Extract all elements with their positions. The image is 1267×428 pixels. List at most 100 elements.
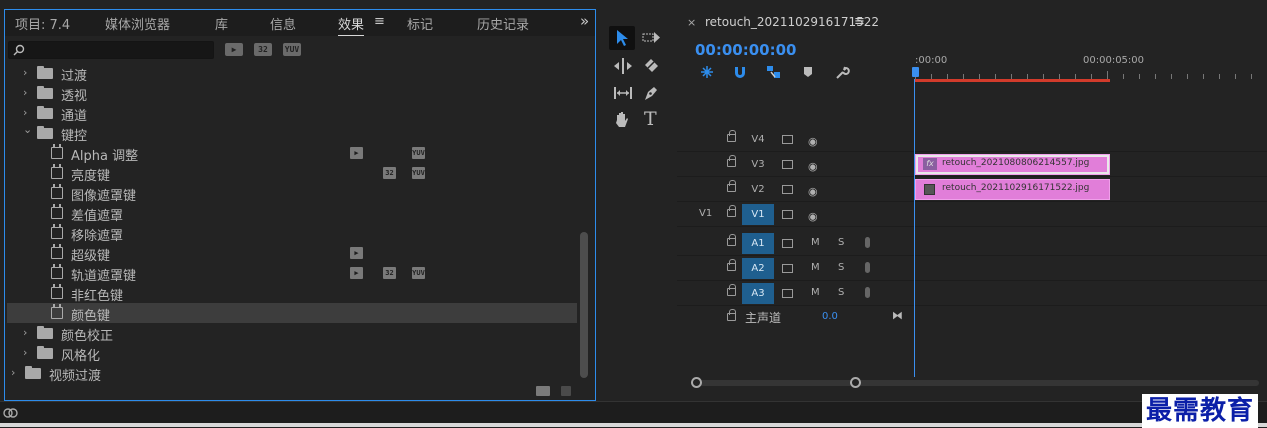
track-target-label[interactable]: A2 — [742, 258, 774, 279]
lock-icon[interactable] — [727, 180, 736, 192]
new-folder-icon[interactable] — [536, 386, 550, 396]
chevron-right-icon[interactable]: › — [23, 106, 27, 119]
timeline-clip[interactable]: retouch_2021102916171522.jpg — [915, 179, 1110, 200]
solo-button[interactable]: S — [838, 287, 844, 298]
slip-tool[interactable] — [609, 81, 635, 105]
chevron-right-icon[interactable]: › — [11, 366, 15, 379]
chevron-right-icon[interactable]: › — [23, 86, 27, 99]
effects-scrollbar[interactable] — [580, 232, 588, 378]
tree-folder[interactable]: › 过渡 — [7, 63, 577, 84]
pen-tool[interactable] — [638, 81, 664, 105]
32bit-filter-button[interactable]: 32 — [254, 43, 272, 56]
tree-effect-item[interactable]: 轨道遮罩键 ▶ 32 YUV — [7, 263, 577, 284]
sync-lock-icon[interactable] — [782, 289, 793, 298]
tab-markers[interactable]: 标记 — [407, 14, 433, 33]
tree-folder[interactable]: ⌄ 键控 — [7, 123, 577, 144]
snap-icon[interactable] — [733, 65, 747, 79]
lock-icon[interactable] — [727, 284, 736, 296]
tree-effect-item[interactable]: 移除遮罩 — [7, 223, 577, 244]
track-content[interactable]: retouch_2021102916171522.jpg — [915, 177, 1267, 201]
tree-folder[interactable]: › 通道 — [7, 103, 577, 124]
tree-effect-item[interactable]: 差值遮罩 — [7, 203, 577, 224]
chevron-right-icon[interactable]: › — [23, 326, 27, 339]
time-ruler[interactable]: :00:00 00:00:05:00 — [912, 49, 1267, 82]
track-content[interactable]: fx retouch_2021080806214557.jpg — [915, 152, 1267, 176]
tree-effect-item[interactable]: Alpha 调整 ▶ YUV — [7, 143, 577, 164]
sync-lock-icon[interactable] — [782, 135, 793, 144]
sync-lock-icon[interactable] — [782, 264, 793, 273]
microphone-icon[interactable] — [865, 287, 870, 298]
mute-button[interactable]: M — [811, 287, 820, 298]
sequence-menu-icon[interactable]: ≡ — [854, 14, 865, 29]
tab-media-browser[interactable]: 媒体浏览器 — [105, 14, 170, 33]
sync-lock-icon[interactable] — [782, 185, 793, 194]
overflow-tabs-icon[interactable]: » — [580, 12, 589, 30]
track-content[interactable] — [915, 256, 1267, 280]
ripple-edit-tool[interactable] — [609, 54, 635, 78]
hand-tool[interactable] — [609, 108, 635, 132]
mute-button[interactable]: M — [811, 237, 820, 248]
add-marker-icon[interactable] — [803, 65, 813, 79]
tree-folder[interactable]: › 风格化 — [7, 343, 577, 364]
selection-tool[interactable] — [609, 26, 635, 50]
lock-icon[interactable] — [727, 205, 736, 217]
sync-lock-icon[interactable] — [782, 210, 793, 219]
microphone-icon[interactable] — [865, 237, 870, 248]
track-target-label[interactable]: V2 — [742, 179, 774, 200]
track-content[interactable] — [915, 127, 1267, 151]
tree-effect-item[interactable]: 图像遮罩键 — [7, 183, 577, 204]
sequence-name[interactable]: retouch_2021102916171522 — [705, 15, 879, 29]
mute-button[interactable]: M — [811, 262, 820, 273]
lock-icon[interactable] — [727, 259, 736, 271]
lock-icon[interactable] — [727, 309, 736, 321]
track-target-label[interactable]: V3 — [742, 154, 774, 175]
panel-menu-icon[interactable]: ≡ — [374, 14, 385, 29]
tree-folder[interactable]: › 视频过渡 — [7, 363, 577, 384]
timeline-clip[interactable]: fx retouch_2021080806214557.jpg — [915, 154, 1110, 175]
trash-icon[interactable] — [561, 386, 571, 396]
tab-history[interactable]: 历史记录 — [477, 14, 529, 33]
track-select-tool[interactable] — [638, 26, 664, 50]
tab-project[interactable]: 项目: 7.4 — [15, 14, 70, 33]
tab-effects[interactable]: 效果 — [338, 14, 365, 36]
sync-lock-icon[interactable] — [782, 160, 793, 169]
tree-effect-item[interactable]: 亮度键 32 YUV — [7, 163, 577, 184]
track-content[interactable] — [915, 231, 1267, 255]
playhead-timecode[interactable]: 00:00:00:00 — [695, 41, 797, 59]
eye-icon[interactable]: ◉ — [808, 135, 818, 148]
sync-lock-icon[interactable] — [782, 239, 793, 248]
creative-cloud-icon[interactable] — [3, 407, 19, 419]
track-target-label[interactable]: A3 — [742, 283, 774, 304]
eye-icon[interactable]: ◉ — [808, 160, 818, 173]
tab-info[interactable]: 信息 — [270, 14, 296, 33]
track-content[interactable] — [915, 202, 1267, 226]
playhead-handle[interactable] — [912, 67, 919, 77]
eye-icon[interactable]: ◉ — [808, 185, 818, 198]
solo-button[interactable]: S — [838, 237, 844, 248]
source-patch-label[interactable]: V1 — [699, 208, 712, 219]
go-to-in-out-icon[interactable]: ⧓ — [892, 309, 903, 322]
track-target-label[interactable]: V4 — [742, 129, 774, 150]
microphone-icon[interactable] — [865, 262, 870, 273]
lock-icon[interactable] — [727, 155, 736, 167]
tree-folder[interactable]: › 颜色校正 — [7, 323, 577, 344]
tab-libraries[interactable]: 库 — [215, 14, 228, 33]
wrench-icon[interactable] — [834, 65, 850, 79]
accelerated-effects-filter-icon[interactable]: ▶ — [225, 43, 243, 56]
tree-effect-item[interactable]: 非红色键 — [7, 283, 577, 304]
chevron-down-icon[interactable]: ⌄ — [23, 123, 32, 136]
type-tool[interactable]: T — [638, 108, 664, 132]
scroll-handle-right[interactable] — [850, 377, 861, 388]
sequence-tab[interactable]: × retouch_2021102916171522 ≡ — [677, 9, 1267, 35]
scroll-handle-left[interactable] — [691, 377, 702, 388]
tree-effect-item[interactable]: 超级键 ▶ — [7, 243, 577, 264]
razor-tool[interactable] — [638, 54, 664, 78]
master-volume[interactable]: 0.0 — [822, 311, 838, 322]
work-area-bar[interactable] — [915, 79, 1110, 82]
lock-icon[interactable] — [727, 130, 736, 142]
yuv-filter-button[interactable]: YUV — [283, 43, 301, 56]
nest-toggle-icon[interactable] — [699, 65, 715, 79]
close-sequence-icon[interactable]: × — [687, 16, 696, 29]
timeline-horizontal-scrollbar[interactable] — [691, 377, 1259, 388]
eye-icon[interactable]: ◉ — [808, 210, 818, 223]
